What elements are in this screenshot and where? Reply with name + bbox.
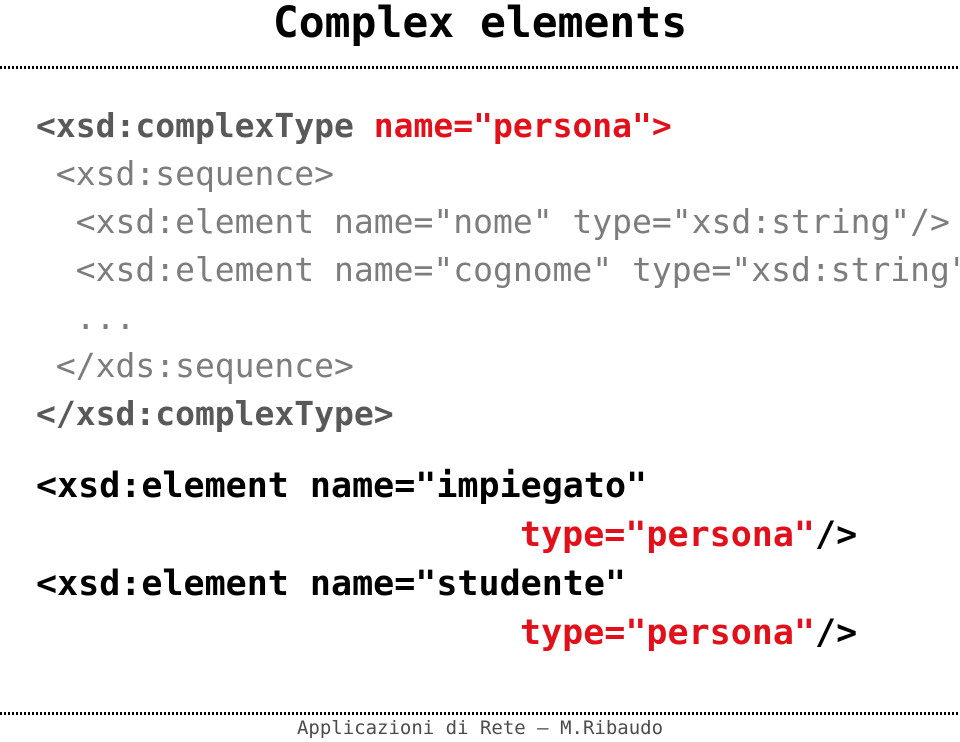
line-impiegato-type-segment-0: type="persona": [520, 515, 816, 555]
line-element-impiegato-segment-0: <xsd:element name="impiegato": [36, 466, 648, 506]
line-element-cognome: <xsd:element name="cognome" type="xsd:st…: [0, 246, 960, 294]
page-title: Complex elements: [272, 0, 688, 48]
line-sequence-open: <xsd:sequence>: [0, 150, 960, 198]
title-divider-top: [0, 66, 960, 69]
line-element-impiegato: <xsd:element name="impiegato": [0, 462, 960, 511]
line-sequence-close: </xds:sequence>: [0, 342, 960, 390]
footer-attribution: Applicazioni di Rete – M.Ribaudo: [296, 717, 664, 739]
line-sequence-close-segment-0: </xds:sequence>: [36, 346, 354, 385]
code-block-elements: <xsd:element name="impiegato" type="perso…: [0, 462, 960, 658]
line-element-nome: <xsd:element name="nome" type="xsd:strin…: [0, 198, 960, 246]
line-complextype-open: <xsd:complexType name="persona">: [0, 102, 960, 150]
footer-divider-bottom: [0, 712, 960, 715]
line-complextype-open-segment-1: name="persona">: [373, 106, 672, 145]
line-complextype-open-segment-0: <xsd:complexType: [36, 106, 374, 145]
line-studente-type-segment-1: />: [815, 613, 858, 653]
line-element-nome-segment-0: <xsd:element name="nome" type="xsd:strin…: [36, 202, 950, 241]
line-studente-type: type="persona"/>: [0, 609, 960, 658]
line-complextype-close: </xsd:complexType>: [0, 390, 960, 438]
line-element-cognome-segment-0: <xsd:element name="cognome" type="xsd:st…: [36, 250, 960, 289]
line-ellipsis-segment-0: ...: [36, 298, 136, 337]
line-ellipsis: ...: [0, 294, 960, 342]
line-element-studente: <xsd:element name="studente": [0, 560, 960, 609]
line-element-studente-segment-0: <xsd:element name="studente": [36, 564, 627, 604]
line-complextype-close-segment-0: </xsd:complexType>: [36, 394, 394, 433]
line-impiegato-type: type="persona"/>: [0, 511, 960, 560]
line-sequence-open-segment-0: <xsd:sequence>: [36, 154, 335, 193]
line-impiegato-type-segment-1: />: [815, 515, 858, 555]
code-block-complextype: <xsd:complexType name="persona"> <xsd:se…: [0, 102, 960, 438]
line-studente-type-segment-0: type="persona": [520, 613, 816, 653]
